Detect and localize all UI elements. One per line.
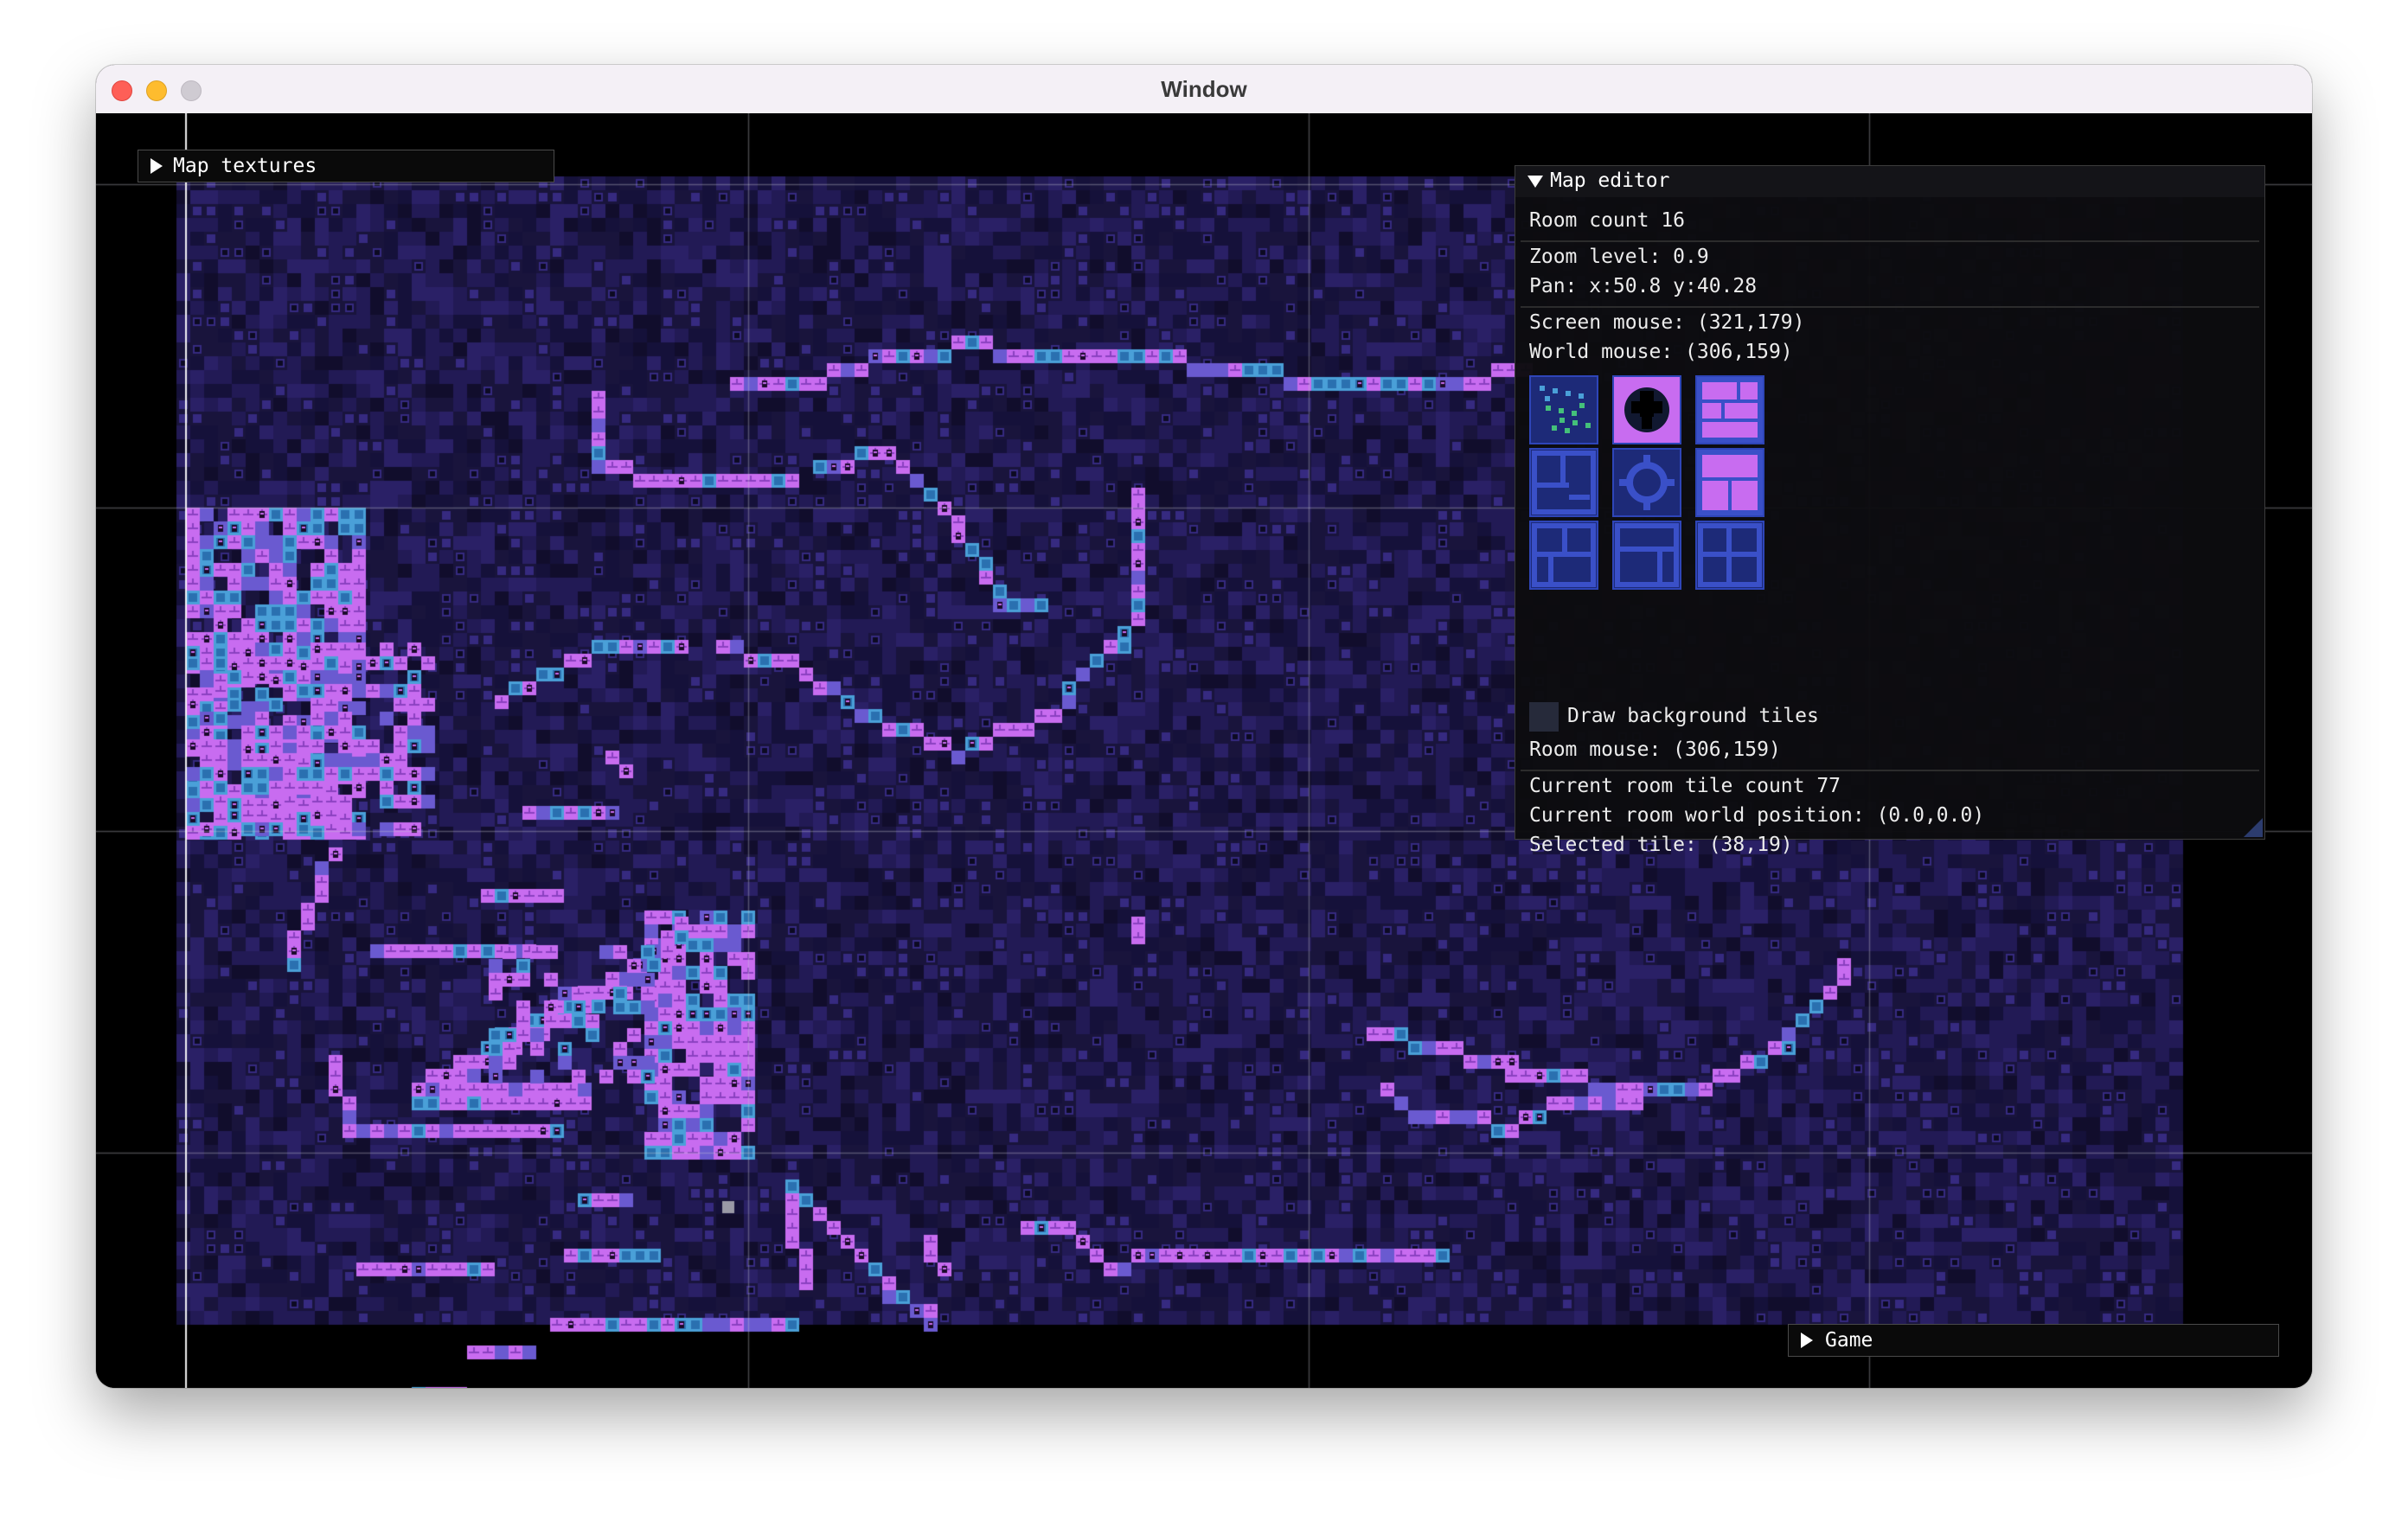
collapse-arrow-icon [1527, 176, 1543, 188]
skull-tile-icon[interactable] [1612, 375, 1681, 444]
separator [1521, 240, 2259, 242]
draw-background-tiles-checkbox[interactable] [1529, 702, 1559, 732]
room-mouse-text: Room mouse: (306,159) [1529, 738, 1781, 761]
separator [1521, 770, 2259, 771]
pink-brick-tile-icon[interactable] [1695, 375, 1764, 444]
brick-corner-tile-icon[interactable] [1612, 521, 1681, 590]
map-textures-panel-header[interactable]: Map textures [138, 150, 554, 182]
map-viewport[interactable]: Map textures Map editor Room count 16 Zo… [96, 113, 2312, 1388]
screen-mouse-text: Screen mouse: (321,179) [1529, 311, 1805, 334]
resize-grip-icon[interactable] [2244, 818, 2263, 837]
game-panel-header[interactable]: Game [1788, 1324, 2279, 1357]
draw-background-tiles-label: Draw background tiles [1567, 705, 1819, 727]
map-editor-title: Map editor [1550, 169, 1670, 192]
title-bar[interactable]: Window [96, 65, 2312, 114]
room-count-text: Room count 16 [1529, 209, 1686, 232]
separator [1521, 306, 2259, 308]
brick-wall-tile-icon[interactable] [1529, 521, 1598, 590]
zoom-level-text: Zoom level: 0.9 [1529, 246, 1709, 268]
app-window: Window Map textures Map editor Room coun… [96, 65, 2312, 1388]
window-title: Window [1161, 76, 1247, 102]
map-editor-panel[interactable]: Map editor Room count 16 Zoom level: 0.9… [1515, 165, 2265, 856]
pan-text: Pan: x:50.8 y:40.28 [1529, 275, 1758, 297]
map-textures-title: Map textures [173, 155, 317, 177]
selected-tile-text: Selected tile: (38,19) [1529, 834, 1793, 856]
gear-tile-icon[interactable] [1612, 448, 1681, 517]
brick-cross-tile-icon[interactable] [1695, 521, 1764, 590]
current-room-tile-count-text: Current room tile count 77 [1529, 775, 1841, 797]
map-editor-header[interactable]: Map editor [1515, 166, 2264, 197]
world-mouse-text: World mouse: (306,159) [1529, 341, 1793, 363]
pink-block-tile-icon[interactable] [1695, 448, 1764, 517]
expand-arrow-icon [1801, 1333, 1813, 1348]
current-room-world-position-text: Current room world position: (0.0,0.0) [1529, 804, 1985, 827]
expand-arrow-icon [150, 158, 163, 174]
game-panel-title: Game [1825, 1329, 1873, 1352]
blue-wall-tile-icon[interactable] [1529, 448, 1598, 517]
scatter-tile-icon[interactable] [1529, 375, 1598, 444]
